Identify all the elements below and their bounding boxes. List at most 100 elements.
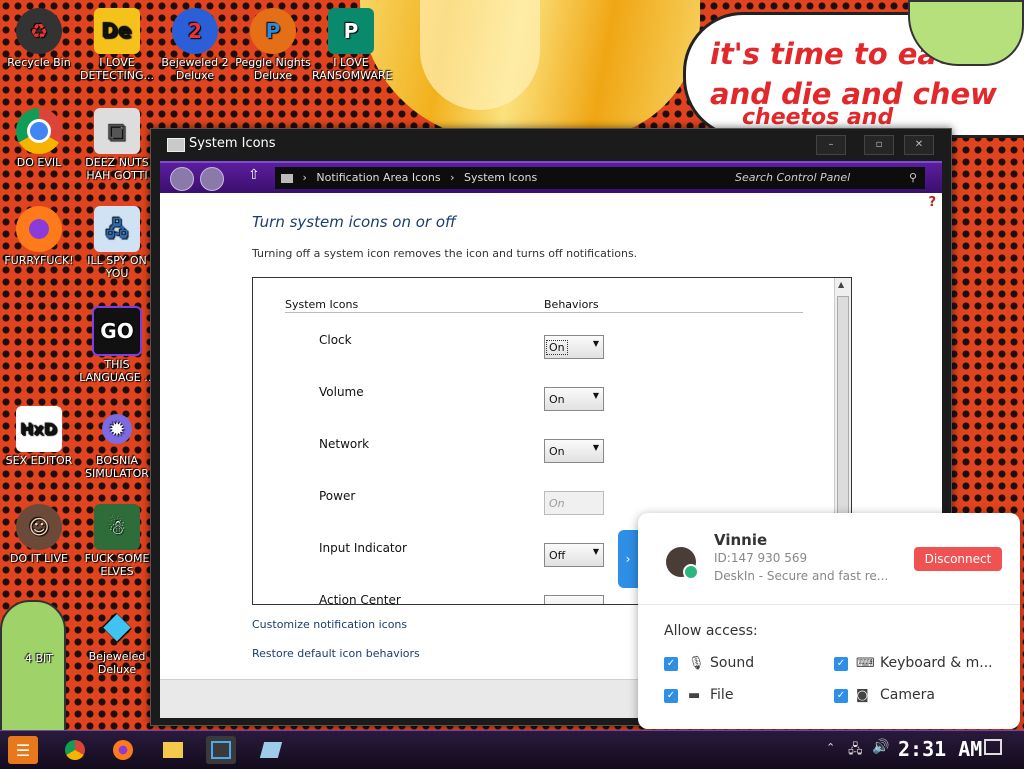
minimize-button[interactable]: – — [816, 135, 846, 155]
keyboard-icon: ⌨ — [856, 656, 875, 671]
goland-icon: GO — [92, 306, 142, 356]
restore-defaults-link[interactable]: Restore default icon behaviors — [252, 647, 420, 660]
remote-app-name: DeskIn - Secure and fast re... — [714, 569, 889, 583]
remote-user-name: Vinnie — [714, 531, 768, 549]
desktop-icon-spy[interactable]: 🖧 ILL SPY ON YOU — [78, 206, 156, 280]
behavior-dropdown-input-indicator[interactable]: Off ▼ — [544, 543, 604, 567]
desktop-icon-label: FURRYFUCK! — [4, 254, 74, 267]
network-spy-icon: 🖧 — [94, 206, 140, 252]
start-icon[interactable]: ☰ — [8, 736, 38, 764]
title-bar[interactable]: System Icons – ▫ ✕ — [151, 129, 951, 159]
desktop-icon-hxd[interactable]: HxD SEX EDITOR — [0, 406, 78, 467]
chrome-icon[interactable] — [60, 736, 90, 764]
row-label-volume: Volume — [319, 385, 364, 399]
desktop-icon-label: Peggle Nights Deluxe — [235, 56, 311, 82]
behavior-dropdown-volume[interactable]: On ▼ — [544, 387, 604, 411]
chevron-down-icon: ▼ — [592, 547, 599, 556]
behavior-dropdown-action-center[interactable] — [544, 595, 604, 604]
portrait-icon: ☺ — [16, 504, 62, 550]
desktop-icon-bosnia[interactable]: ✹ BOSNIA SIMULATOR — [78, 406, 156, 480]
search-input[interactable]: Search Control Panel ⚲ — [725, 167, 925, 189]
scroll-up-icon[interactable]: ▲ — [838, 280, 844, 289]
remote-user-id: ID:147 930 569 — [714, 551, 808, 565]
notifications-icon[interactable] — [984, 739, 1002, 755]
up-arrow-icon[interactable]: ⇧ — [248, 167, 260, 183]
desktop-icon-label: I LOVE RANSOMWARE — [312, 56, 393, 82]
desktop-icon-recycle-bin[interactable]: ♻ Recycle Bin — [0, 8, 78, 69]
desktop-icon-ransomware[interactable]: P I LOVE RANSOMWARE — [312, 8, 393, 82]
desktop-icon-deez[interactable]: ▣ DEEZ NUTS HAH GOTTI — [78, 108, 156, 182]
desktop-icon-doitlive[interactable]: ☺ DO IT LIVE — [0, 504, 78, 565]
forward-button[interactable] — [200, 167, 224, 191]
behavior-dropdown-clock[interactable]: On ▼ — [544, 335, 604, 359]
disconnect-button[interactable]: Disconnect — [914, 547, 1002, 571]
bubble-line-3: cheetos and — [742, 105, 894, 130]
column-header-icons: System Icons — [285, 298, 359, 311]
file-explorer-icon[interactable] — [158, 736, 188, 764]
customize-notification-icons-link[interactable]: Customize notification icons — [252, 618, 407, 631]
desktop-icon-label: DO IT LIVE — [10, 552, 68, 565]
chevron-down-icon: ▼ — [592, 443, 599, 452]
camera-checkbox[interactable]: ✓ — [834, 689, 848, 703]
window-title: System Icons — [189, 136, 276, 151]
notes-icon[interactable] — [256, 736, 286, 764]
page-description: Turning off a system icon removes the ic… — [252, 247, 638, 260]
recycle-bin-icon: ♻ — [16, 8, 62, 54]
mine-icon: ✹ — [94, 406, 140, 452]
keyboard-permission-label: Keyboard & m... — [880, 655, 993, 671]
character-art-left — [0, 600, 66, 734]
control-panel-icon — [281, 173, 293, 183]
remote-desktop-icon[interactable] — [206, 736, 236, 764]
breadcrumb-notification-area[interactable]: Notification Area Icons — [316, 171, 440, 184]
row-label-action-center: Action Center — [319, 593, 401, 605]
panel-collapse-tab[interactable]: › — [618, 530, 638, 588]
desktop-icon-peggle[interactable]: P Peggle Nights Deluxe — [234, 8, 312, 82]
desktop-icon-label: Bejeweled Deluxe — [88, 650, 146, 676]
volume-icon[interactable]: 🔊 — [872, 739, 889, 755]
desktop-icon-label: THIS LANGUAGE ... — [79, 358, 155, 384]
breadcrumb: › Notification Area Icons › System Icons — [275, 167, 725, 189]
taskbar-clock[interactable]: 2:31 AM — [898, 737, 982, 761]
desktop-icon-chrome[interactable]: DO EVIL — [0, 108, 78, 169]
tray-expand-icon[interactable]: ⌃ — [826, 741, 835, 754]
desktop-icon-4bit[interactable]: 4 BIT — [0, 640, 78, 665]
folder-icon: ▬ — [688, 688, 701, 703]
firefox-icon[interactable] — [108, 736, 138, 764]
breadcrumb-system-icons[interactable]: System Icons — [464, 171, 537, 184]
help-icon[interactable]: ? — [928, 195, 936, 210]
page-title: Turn system icons on or off — [252, 213, 456, 231]
file-checkbox[interactable]: ✓ — [664, 689, 678, 703]
windows-stack-icon: ▣ — [94, 108, 140, 154]
search-icon[interactable]: ⚲ — [909, 167, 917, 189]
close-button[interactable]: ✕ — [904, 135, 934, 155]
sound-permission-label: Sound — [710, 655, 755, 671]
desktop-icon-goland[interactable]: GO THIS LANGUAGE ... — [78, 306, 156, 384]
allow-access-label: Allow access: — [664, 623, 758, 639]
row-label-network: Network — [319, 437, 370, 451]
avatar — [666, 547, 699, 580]
network-icon[interactable]: 🖧 — [848, 740, 863, 762]
desktop-icon-detect[interactable]: De I LOVE DETECTING... — [78, 8, 156, 82]
desktop-icon-bejeweled2[interactable]: 2 Bejeweled 2 Deluxe — [156, 8, 234, 82]
row-label-power: Power — [319, 489, 356, 503]
sound-checkbox[interactable]: ✓ — [664, 657, 678, 671]
control-panel-icon — [167, 138, 185, 152]
dropdown-value: On — [546, 340, 568, 355]
column-header-behaviors: Behaviors — [544, 298, 599, 311]
bejeweled-2-icon: 2 — [172, 8, 218, 54]
breadcrumb-separator-icon: › — [450, 171, 455, 184]
back-button[interactable] — [170, 167, 194, 191]
behavior-dropdown-network[interactable]: On ▼ — [544, 439, 604, 463]
elf-icon: ☃ — [94, 504, 140, 550]
keyboard-checkbox[interactable]: ✓ — [834, 657, 848, 671]
remote-access-panel: Vinnie ID:147 930 569 DeskIn - Secure an… — [638, 513, 1020, 729]
desktop-icon-label: SEX EDITOR — [5, 454, 73, 467]
breadcrumb-separator-icon: › — [302, 171, 307, 184]
desktop-icon-firefox[interactable]: FURRYFUCK! — [0, 206, 78, 267]
maximize-button[interactable]: ▫ — [864, 135, 894, 155]
chrome-icon — [16, 108, 62, 154]
desktop-icon-label: DEEZ NUTS HAH GOTTI — [85, 156, 149, 182]
desktop-icon-bejeweled[interactable]: ◆ Bejeweled Deluxe — [78, 602, 156, 676]
dropdown-value: On — [549, 497, 565, 510]
desktop-icon-elves[interactable]: ☃ FUCK SOME ELVES — [78, 504, 156, 578]
